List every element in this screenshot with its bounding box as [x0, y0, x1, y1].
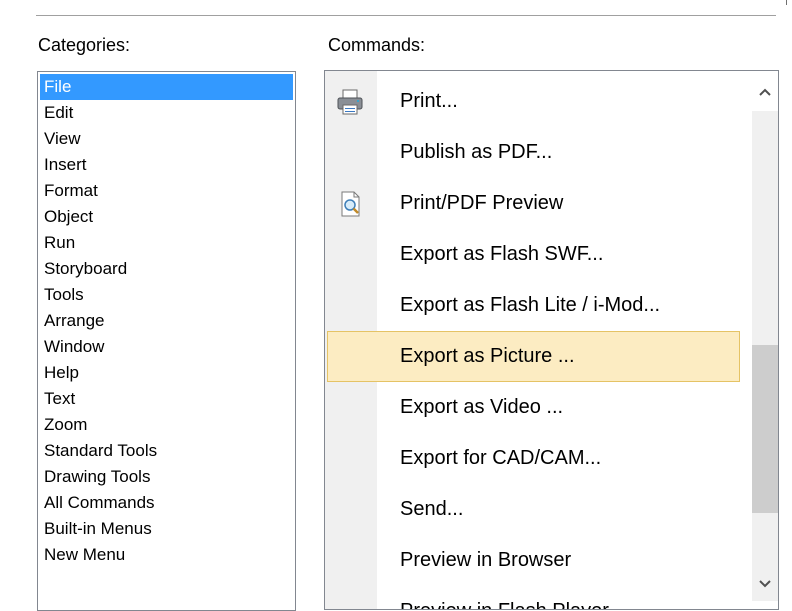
- category-item-standard-tools[interactable]: Standard Tools: [40, 438, 293, 464]
- command-item-print[interactable]: Print...: [325, 76, 740, 127]
- command-item-export-as-picture[interactable]: Export as Picture ...: [327, 331, 740, 382]
- command-label: Export as Video ...: [400, 396, 564, 418]
- command-label: Export as Flash Lite / i-Mod...: [400, 294, 661, 316]
- category-item-text[interactable]: Text: [40, 386, 293, 412]
- category-item-all-commands[interactable]: All Commands: [40, 490, 293, 516]
- commands-list: Print... Publish as PDF... Print/PDF Previ…: [325, 76, 740, 609]
- command-label: Print/PDF Preview: [400, 192, 564, 214]
- command-label: Print...: [400, 90, 458, 112]
- category-item-window[interactable]: Window: [40, 334, 293, 360]
- command-item-send[interactable]: Send...: [325, 484, 740, 535]
- category-item-object[interactable]: Object: [40, 204, 293, 230]
- command-label: Preview in Flash Player: [400, 586, 609, 609]
- category-item-drawing-tools[interactable]: Drawing Tools: [40, 464, 293, 490]
- command-item-export-as-flash-lite-i-mod[interactable]: Export as Flash Lite / i-Mod...: [325, 280, 740, 331]
- category-item-run[interactable]: Run: [40, 230, 293, 256]
- chevron-down-icon[interactable]: [752, 571, 778, 597]
- category-item-tools[interactable]: Tools: [40, 282, 293, 308]
- commands-listbox[interactable]: Print... Publish as PDF... Print/PDF Previ…: [324, 70, 779, 610]
- category-item-zoom[interactable]: Zoom: [40, 412, 293, 438]
- category-item-help[interactable]: Help: [40, 360, 293, 386]
- command-label: Export for CAD/CAM...: [400, 447, 602, 469]
- group-divider-highlight: [36, 16, 776, 17]
- category-item-view[interactable]: View: [40, 126, 293, 152]
- command-item-publish-as-pdf[interactable]: Publish as PDF...: [325, 127, 740, 178]
- category-item-insert[interactable]: Insert: [40, 152, 293, 178]
- command-label: Export as Flash SWF...: [400, 243, 604, 265]
- categories-list: File Edit View Insert Format Object Run Storybo…: [40, 74, 293, 568]
- category-item-storyboard[interactable]: Storyboard: [40, 256, 293, 282]
- print-preview-icon: [335, 188, 365, 218]
- command-item-preview-in-browser[interactable]: Preview in Browser: [325, 535, 740, 586]
- window-edge-mark: [786, 0, 787, 5]
- command-item-export-for-cad-cam[interactable]: Export for CAD/CAM...: [325, 433, 740, 484]
- vertical-scrollbar[interactable]: [744, 71, 778, 609]
- category-item-new-menu[interactable]: New Menu: [40, 542, 293, 568]
- categories-listbox[interactable]: File Edit View Insert Format Object Run Storybo…: [37, 71, 296, 611]
- category-item-built-in-menus[interactable]: Built-in Menus: [40, 516, 293, 542]
- category-item-format[interactable]: Format: [40, 178, 293, 204]
- categories-label: Categories:: [38, 35, 131, 55]
- category-item-arrange[interactable]: Arrange: [40, 308, 293, 334]
- command-label: Export as Picture ...: [400, 345, 575, 367]
- command-label: Publish as PDF...: [400, 141, 553, 163]
- category-item-file[interactable]: File: [40, 74, 293, 100]
- command-item-export-as-video[interactable]: Export as Video ...: [325, 382, 740, 433]
- command-item-print-pdf-preview[interactable]: Print/PDF Preview: [325, 178, 740, 229]
- command-label: Preview in Browser: [400, 549, 572, 571]
- printer-icon: [335, 86, 365, 116]
- command-item-preview-in-flash-player[interactable]: Preview in Flash Player: [325, 586, 740, 609]
- scrollbar-thumb[interactable]: [752, 345, 778, 513]
- commands-label: Commands:: [328, 35, 426, 55]
- chevron-up-icon[interactable]: [752, 79, 778, 105]
- command-label: Send...: [400, 498, 464, 520]
- command-item-export-as-flash-swf[interactable]: Export as Flash SWF...: [325, 229, 740, 280]
- category-item-edit[interactable]: Edit: [40, 100, 293, 126]
